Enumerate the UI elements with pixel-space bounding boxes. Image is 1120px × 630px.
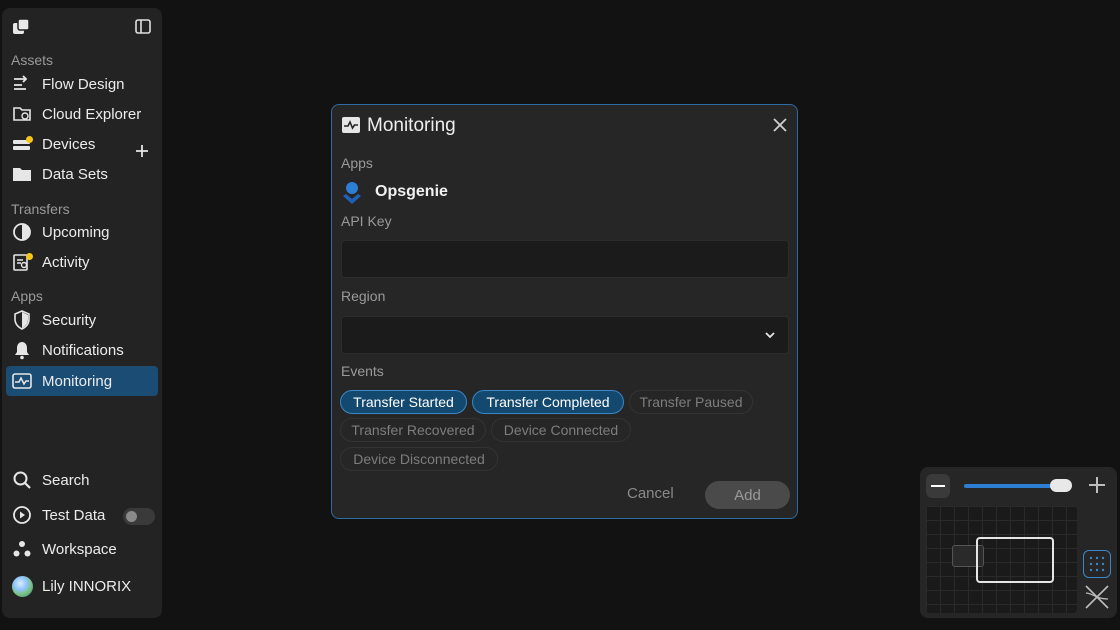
event-chip-transfer-started[interactable]: Transfer Started — [340, 390, 467, 414]
search-icon — [13, 471, 31, 489]
sidebar-item-notifications[interactable]: Notifications — [6, 335, 158, 365]
sidebar-item-label: Data Sets — [42, 165, 108, 183]
sidebar-item-label: Activity — [42, 253, 90, 271]
add-device-icon[interactable] — [135, 144, 149, 158]
notification-dot — [26, 253, 33, 260]
section-label-apps: Apps — [11, 288, 43, 304]
event-chip-device-connected[interactable]: Device Connected — [491, 418, 631, 442]
section-label-assets: Assets — [11, 52, 54, 68]
sidebar-item-security[interactable]: Security — [6, 305, 158, 335]
devices-icon — [12, 134, 33, 154]
event-chip-transfer-recovered[interactable]: Transfer Recovered — [340, 418, 486, 442]
sidebar-item-monitoring[interactable]: Monitoring — [6, 366, 158, 396]
avatar — [12, 576, 33, 597]
sidebar-item-label: Flow Design — [42, 75, 125, 93]
sidebar-toggle-icon[interactable] — [135, 19, 151, 34]
folder-icon — [13, 168, 31, 181]
cancel-button[interactable]: Cancel — [627, 485, 674, 502]
zoom-slider-thumb[interactable] — [1050, 479, 1072, 492]
sidebar-item-label: Search — [42, 471, 90, 489]
sidebar-item-flow-design[interactable]: Flow Design — [6, 69, 158, 99]
sidebar-item-workspace[interactable]: Workspace — [6, 534, 158, 564]
connector-style-icon[interactable] — [1083, 583, 1111, 611]
sidebar-item-test-data[interactable]: Test Data — [6, 500, 118, 530]
user-name: Lily INNORIX — [42, 577, 132, 595]
sidebar-item-label: Test Data — [42, 506, 106, 524]
event-chip-device-disconnected[interactable]: Device Disconnected — [340, 447, 498, 471]
zoom-slider[interactable] — [964, 479, 1072, 492]
sidebar-item-label: Security — [42, 311, 97, 329]
minimap-panel — [920, 467, 1117, 618]
activity-search-icon — [12, 252, 33, 272]
dialog-title: Monitoring — [367, 115, 456, 136]
sidebar-item-user[interactable]: Lily INNORIX — [6, 571, 158, 601]
sidebar-item-search[interactable]: Search — [6, 465, 158, 495]
zoom-in-icon[interactable] — [1088, 476, 1106, 494]
event-chip-transfer-completed[interactable]: Transfer Completed — [472, 390, 624, 414]
test-data-toggle[interactable] — [123, 508, 155, 525]
minimap[interactable] — [926, 506, 1077, 613]
snap-grid-button[interactable] — [1083, 550, 1111, 578]
region-label: Region — [341, 288, 386, 304]
sidebar-item-activity[interactable]: Activity — [6, 247, 158, 277]
monitoring-dialog: Monitoring Apps Opsgenie API Key Region … — [331, 104, 798, 519]
sidebar-item-label: Monitoring — [42, 372, 113, 390]
grid-dots-icon — [1089, 556, 1105, 572]
app-name: Opsgenie — [375, 183, 448, 200]
play-circle-icon — [13, 506, 31, 524]
minimap-viewport[interactable] — [976, 537, 1054, 583]
close-icon[interactable] — [772, 117, 788, 133]
sidebar-item-cloud-explorer[interactable]: Cloud Explorer — [6, 99, 158, 129]
shield-icon — [14, 310, 30, 330]
sidebar-item-label: Notifications — [42, 341, 124, 359]
app-logo-icon[interactable] — [12, 18, 30, 36]
api-key-input[interactable] — [341, 240, 789, 278]
chevron-down-icon — [765, 332, 775, 339]
sidebar-item-data-sets[interactable]: Data Sets — [6, 159, 158, 189]
cloud-folder-icon — [13, 107, 31, 121]
monitoring-icon — [342, 117, 360, 133]
flow-icon — [14, 75, 28, 90]
sidebar-item-label: Devices — [42, 135, 96, 153]
pie-clock-icon — [13, 223, 31, 241]
event-chip-transfer-paused[interactable]: Transfer Paused — [629, 390, 753, 414]
sidebar-item-upcoming[interactable]: Upcoming — [6, 217, 158, 247]
api-key-label: API Key — [341, 213, 392, 229]
events-label: Events — [341, 363, 384, 379]
sidebar-item-label: Cloud Explorer — [42, 105, 142, 123]
toggle-knob — [126, 511, 137, 522]
section-label-transfers: Transfers — [11, 201, 70, 217]
opsgenie-icon — [343, 182, 361, 204]
region-select[interactable] — [341, 316, 789, 354]
notification-dot — [26, 136, 33, 143]
bell-icon — [15, 342, 29, 360]
sidebar-item-label: Upcoming — [42, 223, 110, 241]
sidebar: Assets Flow Design Cloud Explorer Device… — [2, 8, 162, 618]
sidebar-item-label: Workspace — [42, 540, 117, 558]
monitoring-icon — [12, 373, 32, 389]
zoom-out-button[interactable] — [926, 474, 950, 498]
apps-label: Apps — [341, 155, 373, 171]
workspace-icon — [13, 541, 31, 557]
add-button[interactable]: Add — [705, 481, 790, 509]
